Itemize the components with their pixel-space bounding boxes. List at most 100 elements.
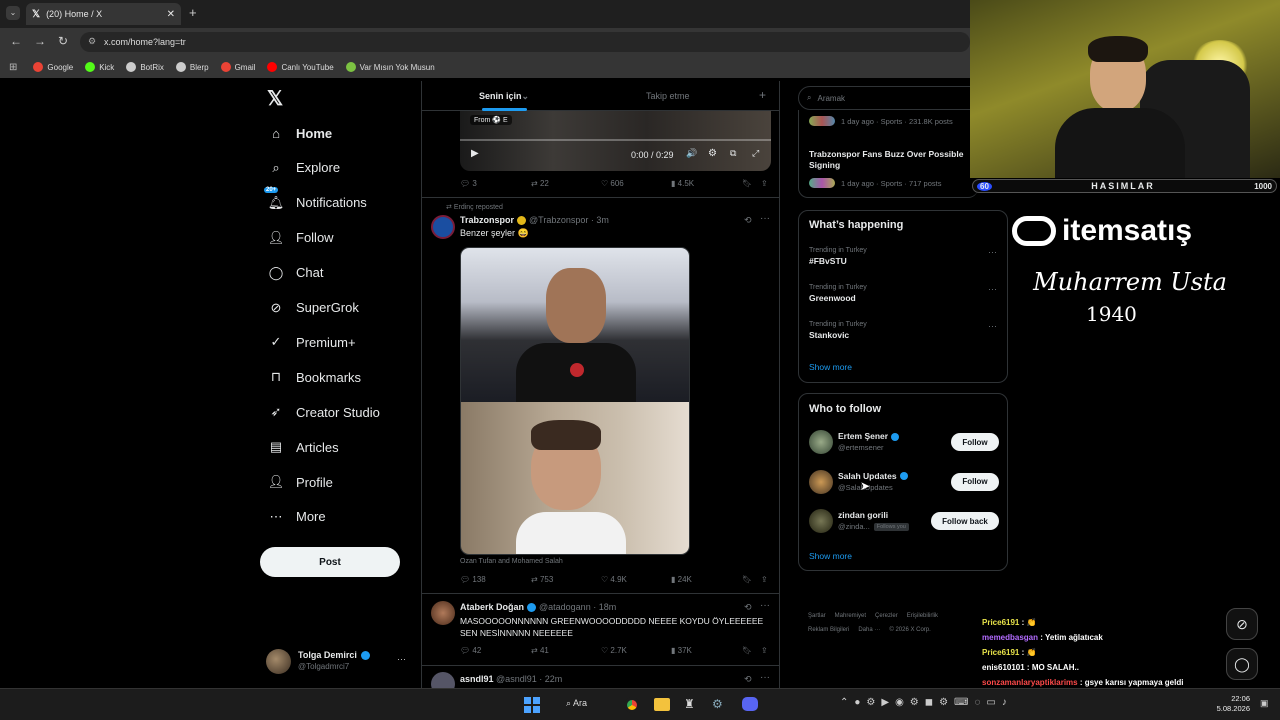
share-button[interactable]: ⇪	[761, 179, 768, 188]
show-more-link[interactable]: Show more	[809, 362, 852, 372]
nav-item-home[interactable]: ⌂ Home	[268, 125, 332, 141]
nav-item-premium[interactable]: ✓ Premium+	[268, 334, 356, 350]
tab-list-icon[interactable]: ⌄	[6, 6, 20, 20]
footer-link[interactable]: Çerezler	[875, 613, 898, 619]
share-button[interactable]: ⇪	[761, 646, 768, 655]
follow-button[interactable]: Follow	[951, 433, 999, 451]
news-title[interactable]: Trabzonspor Fans Buzz Over Possible Sign…	[809, 149, 963, 171]
more-icon[interactable]: ···	[760, 213, 770, 224]
follow-button[interactable]: Follow	[951, 472, 999, 491]
nav-item-supergrok[interactable]: ⊘ SuperGrok	[268, 300, 359, 316]
avatar[interactable]	[431, 672, 455, 688]
post-time[interactable]: · 3m	[591, 215, 609, 225]
nav-item-notifications[interactable]: 🔔︎ 20+ Notifications	[264, 186, 367, 211]
bookmark-item[interactable]: Kick	[85, 62, 114, 72]
tab-for-you[interactable]: Senin için⌄	[479, 91, 529, 102]
follow-suggestion-name[interactable]: zindan gorili	[838, 510, 888, 520]
more-icon[interactable]: ···	[760, 672, 770, 683]
more-icon[interactable]: ···	[760, 600, 770, 611]
author-name[interactable]: Ataberk Doğan	[460, 602, 524, 612]
video-progress-track[interactable]	[460, 139, 771, 141]
site-info-icon[interactable]: ⚙	[88, 36, 96, 47]
post-image[interactable]	[460, 247, 690, 555]
browser-tab[interactable]: 𝕏 (20) Home / X ✕	[26, 3, 181, 25]
more-icon[interactable]: ···	[988, 321, 997, 331]
trend-item[interactable]: Trending in Turkey Greenwood ···	[809, 284, 999, 303]
x-logo-icon[interactable]: 𝕏	[267, 86, 283, 111]
back-icon[interactable]: ←	[10, 34, 22, 48]
url-field[interactable]: ⚙ x.com/home?lang=tr	[80, 32, 970, 52]
avatar[interactable]	[809, 509, 833, 533]
account-switcher[interactable]: Tolga Demirci @Tolgadmrci7 ···	[266, 648, 412, 676]
forward-icon[interactable]: →	[34, 34, 46, 48]
steam-icon[interactable]: ⚙	[712, 697, 723, 711]
bookmark-item[interactable]: BotRix	[126, 62, 164, 72]
tray-icons[interactable]: ⌃●⚙▶◉⚙◼⚙⌨◌▭♪	[840, 697, 1013, 708]
fullscreen-icon[interactable]: ⤢	[752, 148, 759, 159]
add-tab-icon[interactable]: +	[759, 88, 766, 102]
repost-button[interactable]: ⇄ 22	[531, 179, 549, 188]
post-time[interactable]: · 22m	[539, 674, 562, 684]
apps-icon[interactable]: ⊞	[9, 62, 17, 73]
repost-button[interactable]: ⇄ 753	[531, 575, 553, 584]
taskbar-search[interactable]: ⌕ Ara	[566, 698, 587, 709]
trend-item[interactable]: Trending in Turkey Stankovic ···	[809, 321, 999, 340]
post-button[interactable]: Post	[260, 547, 400, 577]
footer-link[interactable]: Şartlar	[808, 613, 826, 619]
nav-item-chat[interactable]: ◯ Chat	[268, 265, 324, 281]
news-item[interactable]: 1 day ago · Sports · 717 posts	[809, 178, 941, 188]
bookmark-item[interactable]: Blerp	[175, 62, 209, 72]
follow-suggestion-name[interactable]: Salah Updates	[838, 471, 908, 481]
avatar[interactable]	[431, 601, 455, 625]
author-name[interactable]: asndl91	[460, 674, 494, 684]
settings-icon[interactable]: ⚙	[708, 148, 717, 159]
views-button[interactable]: ▮ 24K	[671, 575, 692, 584]
avatar[interactable]	[809, 430, 833, 454]
more-icon[interactable]: ···	[397, 654, 406, 664]
author-name[interactable]: Trabzonspor	[460, 215, 514, 225]
show-more-link[interactable]: Show more	[809, 551, 852, 561]
nav-item-articles[interactable]: ▤ Articles	[268, 439, 339, 455]
like-button[interactable]: ♡ 2.7K	[601, 646, 627, 655]
start-icon[interactable]	[524, 697, 540, 713]
bookmark-button[interactable]: 🔖︎	[742, 179, 752, 188]
avatar[interactable]	[809, 469, 833, 494]
repost-button[interactable]: ⇄ 41	[531, 646, 549, 655]
notification-icon[interactable]: ▣	[1260, 698, 1269, 709]
trend-item[interactable]: Trending in Turkey #FBvSTU ···	[809, 247, 999, 266]
footer-link[interactable]: Reklam Bilgileri	[808, 627, 849, 633]
nav-item-more[interactable]: ⋯ More	[268, 509, 326, 525]
views-button[interactable]: ▮ 4.5K	[671, 179, 694, 188]
discord-icon[interactable]	[742, 697, 758, 711]
reload-icon[interactable]: ↻	[58, 34, 68, 48]
close-icon[interactable]: ✕	[167, 9, 175, 20]
nav-item-follow[interactable]: 👤︎ Follow	[268, 230, 334, 246]
footer-link[interactable]: Erişilebilirlik	[907, 613, 938, 619]
footer-link[interactable]: © 2026 X Corp.	[889, 627, 930, 633]
grok-icon[interactable]: ⟲	[744, 215, 752, 226]
reply-button[interactable]: 💬︎ 42	[460, 646, 481, 655]
grok-icon[interactable]: ⟲	[744, 602, 752, 613]
nav-item-explore[interactable]: ⌕ Explore	[268, 160, 340, 176]
side-action-button[interactable]: ⊘	[1226, 608, 1258, 640]
like-button[interactable]: ♡ 4.9K	[601, 575, 627, 584]
app-icon[interactable]: ♜	[684, 697, 695, 711]
nav-item-creator-studio[interactable]: ➶ Creator Studio	[268, 404, 380, 420]
reply-button[interactable]: 💬︎ 138	[460, 575, 486, 584]
chrome-icon[interactable]	[624, 697, 640, 713]
more-icon[interactable]: ···	[988, 247, 997, 257]
chat-bubble-button[interactable]: ◯	[1226, 648, 1258, 680]
tab-following[interactable]: Takip etme	[646, 91, 690, 101]
avatar[interactable]	[431, 215, 455, 239]
bookmark-button[interactable]: 🔖︎	[742, 575, 752, 584]
clock[interactable]: 22:06 5.08.2026	[1212, 694, 1250, 714]
bookmark-item[interactable]: Var Mısın Yok Musun	[345, 62, 435, 72]
follow-button[interactable]: Follow back	[931, 512, 999, 530]
bookmark-button[interactable]: 🔖︎	[742, 646, 752, 655]
bookmark-item[interactable]: Google	[33, 62, 73, 72]
more-icon[interactable]: ···	[988, 284, 997, 294]
video-player[interactable]: From ⚽ E ▶ 0:00 / 0:29 🔊 ⚙ ⧉ ⤢	[460, 111, 771, 171]
reply-button[interactable]: 💬︎ 3	[460, 179, 477, 188]
new-tab-button[interactable]: +	[189, 5, 197, 20]
bookmark-item[interactable]: Canlı YouTube	[267, 62, 334, 72]
